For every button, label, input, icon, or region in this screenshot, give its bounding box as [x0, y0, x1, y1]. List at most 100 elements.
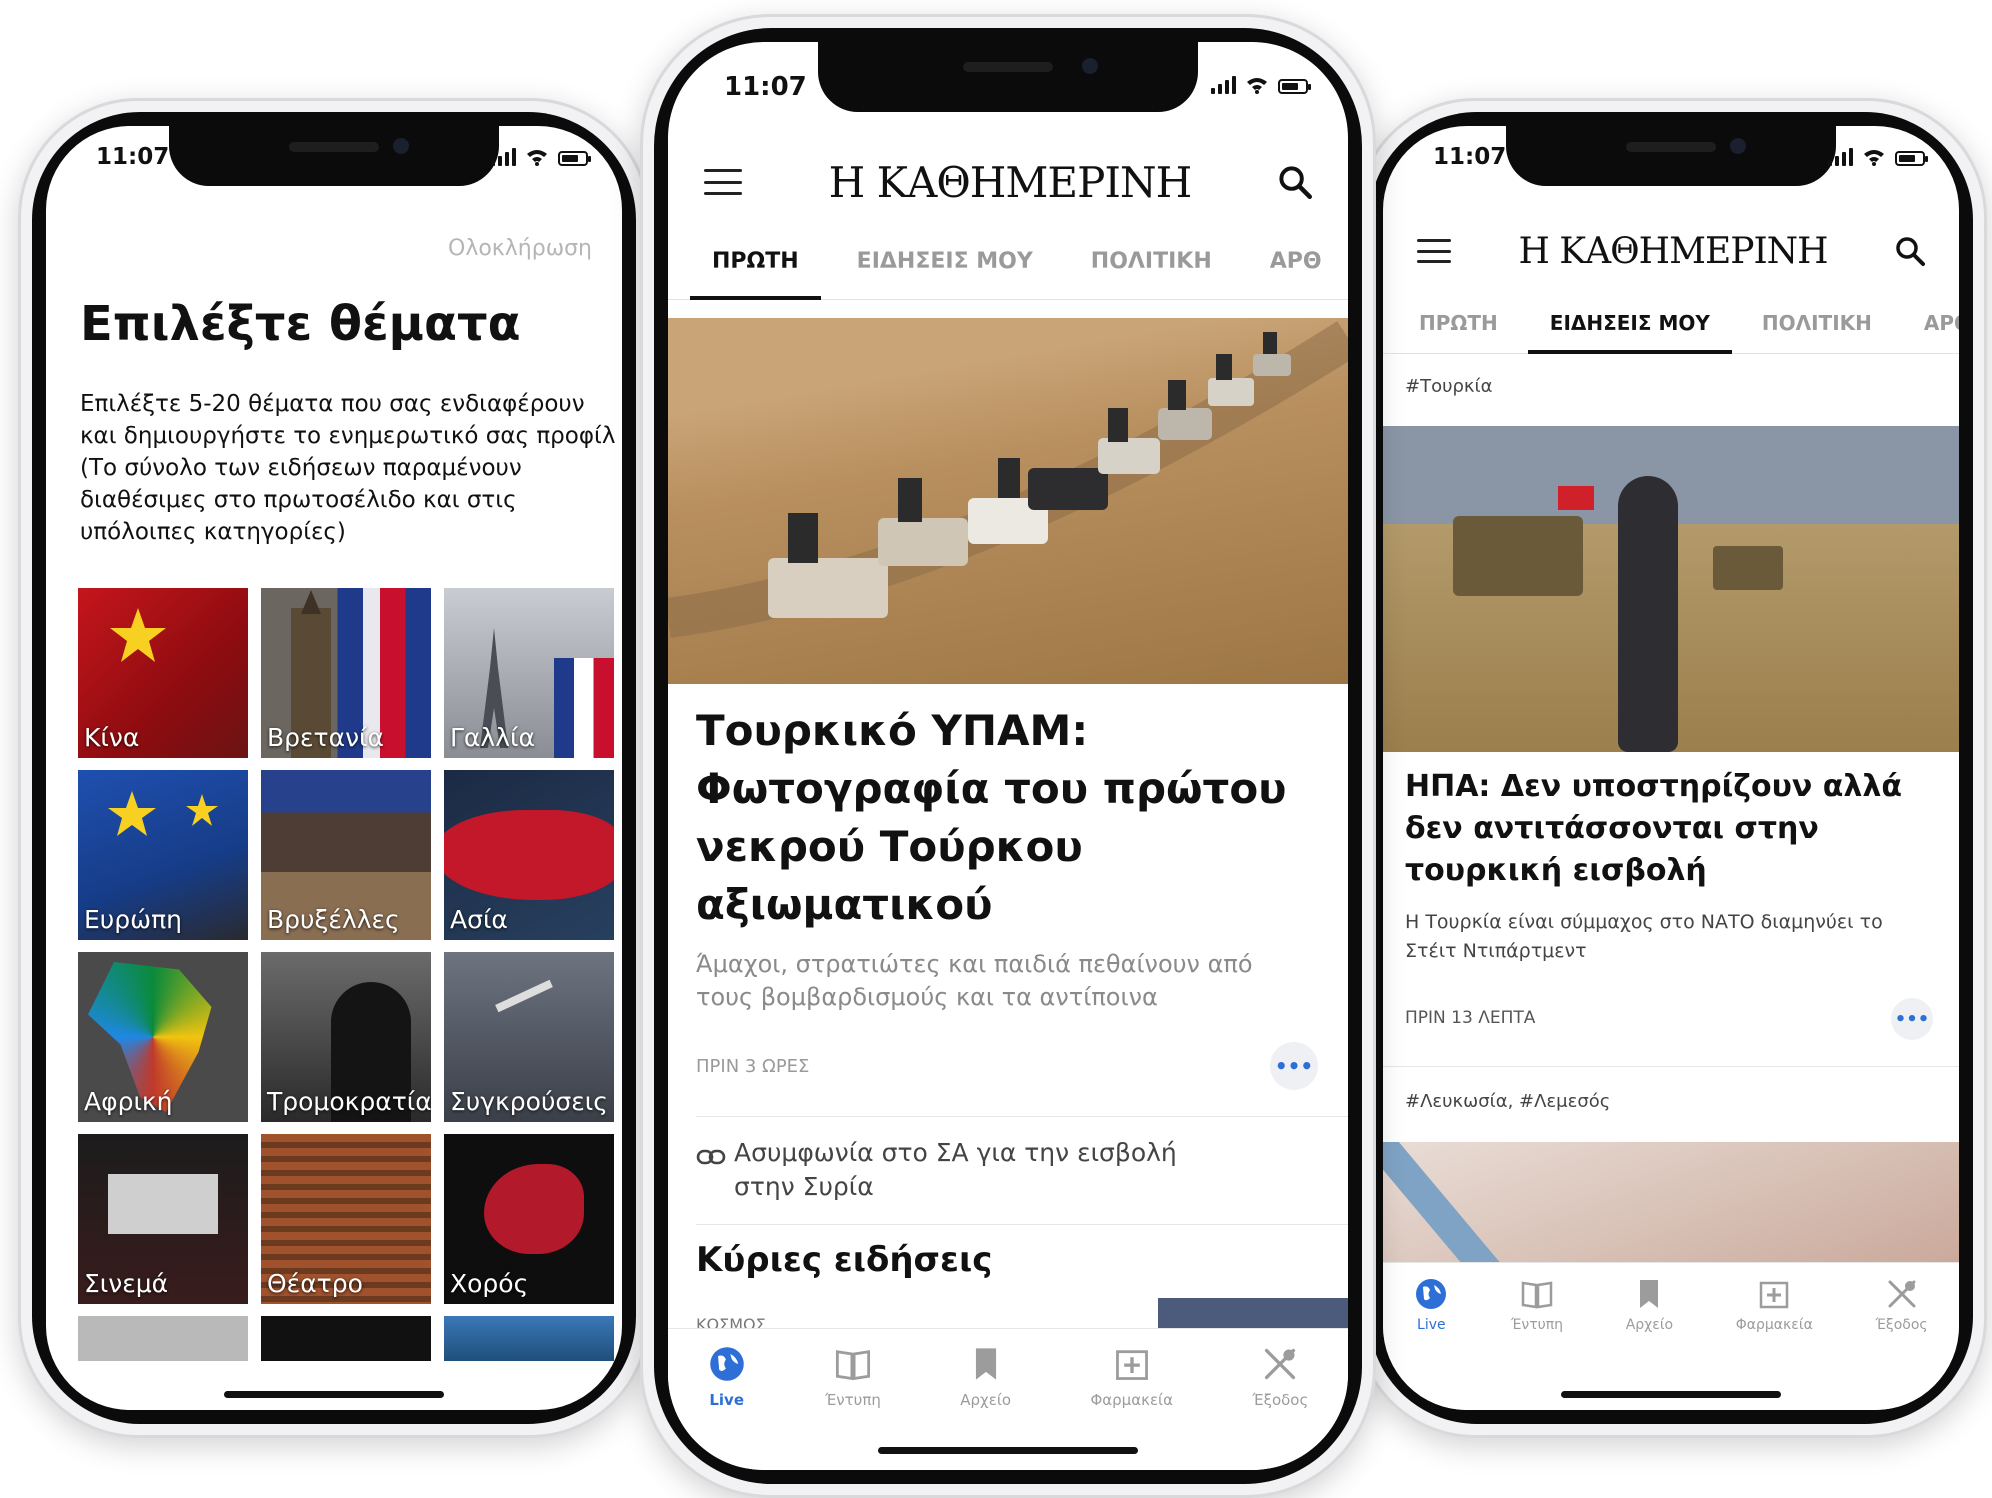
- article-headline[interactable]: Τουρκικό ΥΠΑΜ: Φωτογραφία του πρώτου νεκ…: [696, 702, 1308, 934]
- topic-label: Γαλλία: [450, 723, 535, 752]
- topic-tile-more[interactable]: [78, 1316, 248, 1361]
- section-kicker: ΚΟΣΜΟΣ: [696, 1315, 766, 1328]
- menu-icon[interactable]: [704, 169, 742, 195]
- app-bar: Η ΚΑΘΗΜΕΡΙΝΗ: [668, 142, 1348, 222]
- wifi-icon: [1247, 78, 1267, 94]
- battery-icon: [558, 151, 591, 166]
- tab-politics[interactable]: ΠΟΛΙΤΙΚΗ: [1091, 224, 1212, 299]
- nav-live[interactable]: Live: [708, 1345, 746, 1470]
- nav-going-out[interactable]: Έξοδος: [1252, 1345, 1308, 1470]
- topic-tile-asia[interactable]: Ασία: [444, 770, 614, 940]
- more-options-button[interactable]: •••: [1270, 1042, 1318, 1090]
- wifi-icon: [527, 150, 547, 166]
- more-options-button[interactable]: •••: [1891, 998, 1933, 1040]
- topic-label: Κίνα: [84, 723, 140, 752]
- bookmark-icon: [975, 1348, 996, 1380]
- status-bar: 11:07: [1383, 144, 1959, 184]
- topic-label: Ασία: [450, 905, 508, 934]
- topic-tile-theatre[interactable]: Θέατρο: [261, 1134, 431, 1304]
- search-icon[interactable]: [1895, 236, 1925, 266]
- article-headline[interactable]: ΗΠΑ: Δεν υποστηρίζουν αλλά δεν αντιτάσσο…: [1405, 766, 1919, 892]
- topic-label: Ευρώπη: [84, 905, 182, 934]
- app-logo: Η ΚΑΘΗΜΕΡΙΝΗ: [828, 157, 1193, 207]
- tab-my-news[interactable]: ΕΙΔΗΣΕΙΣ ΜΟΥ: [857, 224, 1033, 299]
- star-icon: [108, 791, 218, 836]
- topic-tag[interactable]: #Τουρκία: [1405, 376, 1493, 397]
- status-time: 11:07: [724, 72, 807, 102]
- topic-tile-more[interactable]: [444, 1316, 614, 1361]
- app-bar: Η ΚΑΘΗΜΕΡΙΝΗ: [1383, 216, 1959, 286]
- article-time: ΠΡΙΝ 3 ΩΡΕΣ: [696, 1056, 810, 1077]
- article-image[interactable]: [1383, 426, 1959, 752]
- topic-tile-dance[interactable]: Χορός: [444, 1134, 614, 1304]
- nav-print[interactable]: Έντυπη: [825, 1345, 881, 1470]
- section-title: Κύριες ειδήσεις: [696, 1240, 993, 1280]
- nav-label: Live: [709, 1391, 745, 1409]
- topic-tile-france[interactable]: Γαλλία: [444, 588, 614, 758]
- nav-label: Έξοδος: [1252, 1391, 1309, 1409]
- done-button[interactable]: Ολοκλήρωση: [448, 236, 592, 261]
- article-image[interactable]: [668, 318, 1348, 684]
- book-icon: [1521, 1281, 1553, 1309]
- phone-right: 11:07 Η ΚΑΘΗΜΕΡΙΝΗ ΠΡΩΤΗ ΕΙΔΗΣΕΙΣ ΜΟΥ ΠΟ…: [1355, 98, 1987, 1438]
- phone-left: 11:07 Ολοκλήρωση Επιλέξτε θέματα Επιλέξτ…: [18, 98, 650, 1438]
- book-icon: [835, 1350, 871, 1381]
- article-thumbnail[interactable]: [1158, 1298, 1348, 1328]
- nav-going-out[interactable]: Έξοδος: [1875, 1277, 1928, 1410]
- nav-label: Αρχείο: [960, 1391, 1012, 1409]
- wifi-icon: [1864, 150, 1884, 166]
- divider: [696, 1224, 1348, 1225]
- article-image[interactable]: [1383, 1142, 1959, 1272]
- nav-label: Έξοδος: [1875, 1317, 1928, 1333]
- article-time: ΠΡΙΝ 13 ΛΕΠΤΑ: [1405, 1008, 1536, 1028]
- tab-my-news[interactable]: ΕΙΔΗΣΕΙΣ ΜΟΥ: [1527, 292, 1733, 354]
- signal-icon: [1828, 148, 1853, 166]
- topic-tile-africa[interactable]: Αφρική: [78, 952, 248, 1122]
- tab-politics[interactable]: ΠΟΛΙΤΙΚΗ: [1762, 292, 1872, 353]
- globe-icon: [709, 1347, 744, 1381]
- pharmacy-icon: [1760, 1281, 1789, 1309]
- battery-icon: [1895, 151, 1928, 166]
- topic-label: Θέατρο: [267, 1269, 363, 1298]
- topic-label: Βρετανία: [267, 723, 384, 752]
- article-subtitle: Η Τουρκία είναι σύμμαχος στο ΝΑΤΟ διαμην…: [1405, 911, 1883, 962]
- topic-tile-terrorism[interactable]: Τρομοκρατία: [261, 952, 431, 1122]
- tab-front[interactable]: ΠΡΩΤΗ: [690, 224, 821, 300]
- home-indicator[interactable]: [878, 1447, 1138, 1454]
- topic-label: Συγκρούσεις: [450, 1087, 608, 1116]
- nav-live[interactable]: Live: [1414, 1277, 1448, 1410]
- topic-label: Βρυξέλλες: [267, 905, 400, 934]
- nav-print[interactable]: Έντυπη: [1511, 1277, 1563, 1410]
- topic-tile-europe[interactable]: Ευρώπη: [78, 770, 248, 940]
- menu-icon[interactable]: [1417, 239, 1451, 263]
- topic-tile-conflicts[interactable]: Συγκρούσεις: [444, 952, 614, 1122]
- nav-label: Έντυπη: [825, 1391, 881, 1409]
- topic-tile-brussels[interactable]: Βρυξέλλες: [261, 770, 431, 940]
- tab-bar: ΠΡΩΤΗ ΕΙΔΗΣΕΙΣ ΜΟΥ ΠΟΛΙΤΙΚΗ ΑΡΘ: [668, 224, 1348, 300]
- bottom-nav: Live Έντυπη Αρχείο Φαρμακεία Έξοδος: [1383, 1262, 1959, 1410]
- cutlery-icon: [1888, 1280, 1916, 1308]
- home-indicator[interactable]: [224, 1391, 444, 1398]
- topics-screen: 11:07 Ολοκλήρωση Επιλέξτε θέματα Επιλέξτ…: [46, 126, 622, 1410]
- topic-tile-britain[interactable]: Βρετανία: [261, 588, 431, 758]
- topic-label: Τρομοκρατία: [267, 1087, 431, 1116]
- battery-icon: [1278, 79, 1311, 94]
- topic-tag[interactable]: #Λευκωσία, #Λεμεσός: [1405, 1091, 1610, 1112]
- home-indicator[interactable]: [1561, 1391, 1781, 1398]
- tab-front[interactable]: ΠΡΩΤΗ: [1419, 292, 1498, 353]
- search-icon[interactable]: [1278, 165, 1312, 199]
- status-bar: 11:07: [668, 72, 1348, 112]
- divider: [696, 1116, 1348, 1117]
- article-subtitle: Άμαχοι, στρατιώτες και παιδιά πεθαίνουν …: [696, 950, 1253, 1011]
- tab-articles[interactable]: ΑΡΘ: [1270, 224, 1322, 299]
- phone-center: 11:07 Η ΚΑΘΗΜΕΡΙΝΗ ΠΡΩΤΗ ΕΙΔΗΣΕΙΣ ΜΟΥ ΠΟ…: [640, 14, 1376, 1498]
- status-time: 11:07: [1433, 144, 1507, 170]
- tab-articles[interactable]: ΑΡΘ: [1924, 292, 1959, 353]
- divider: [1383, 1066, 1959, 1067]
- topic-tile-china[interactable]: Κίνα: [78, 588, 248, 758]
- topic-label: Σινεμά: [84, 1269, 169, 1298]
- topic-tile-more[interactable]: [261, 1316, 431, 1361]
- nav-label: Φαρμακεία: [1735, 1317, 1813, 1333]
- topic-tile-cinema[interactable]: Σινεμά: [78, 1134, 248, 1304]
- related-article-link[interactable]: Ασυμφωνία στο ΣΑ για την εισβολή στην Συ…: [734, 1136, 1204, 1204]
